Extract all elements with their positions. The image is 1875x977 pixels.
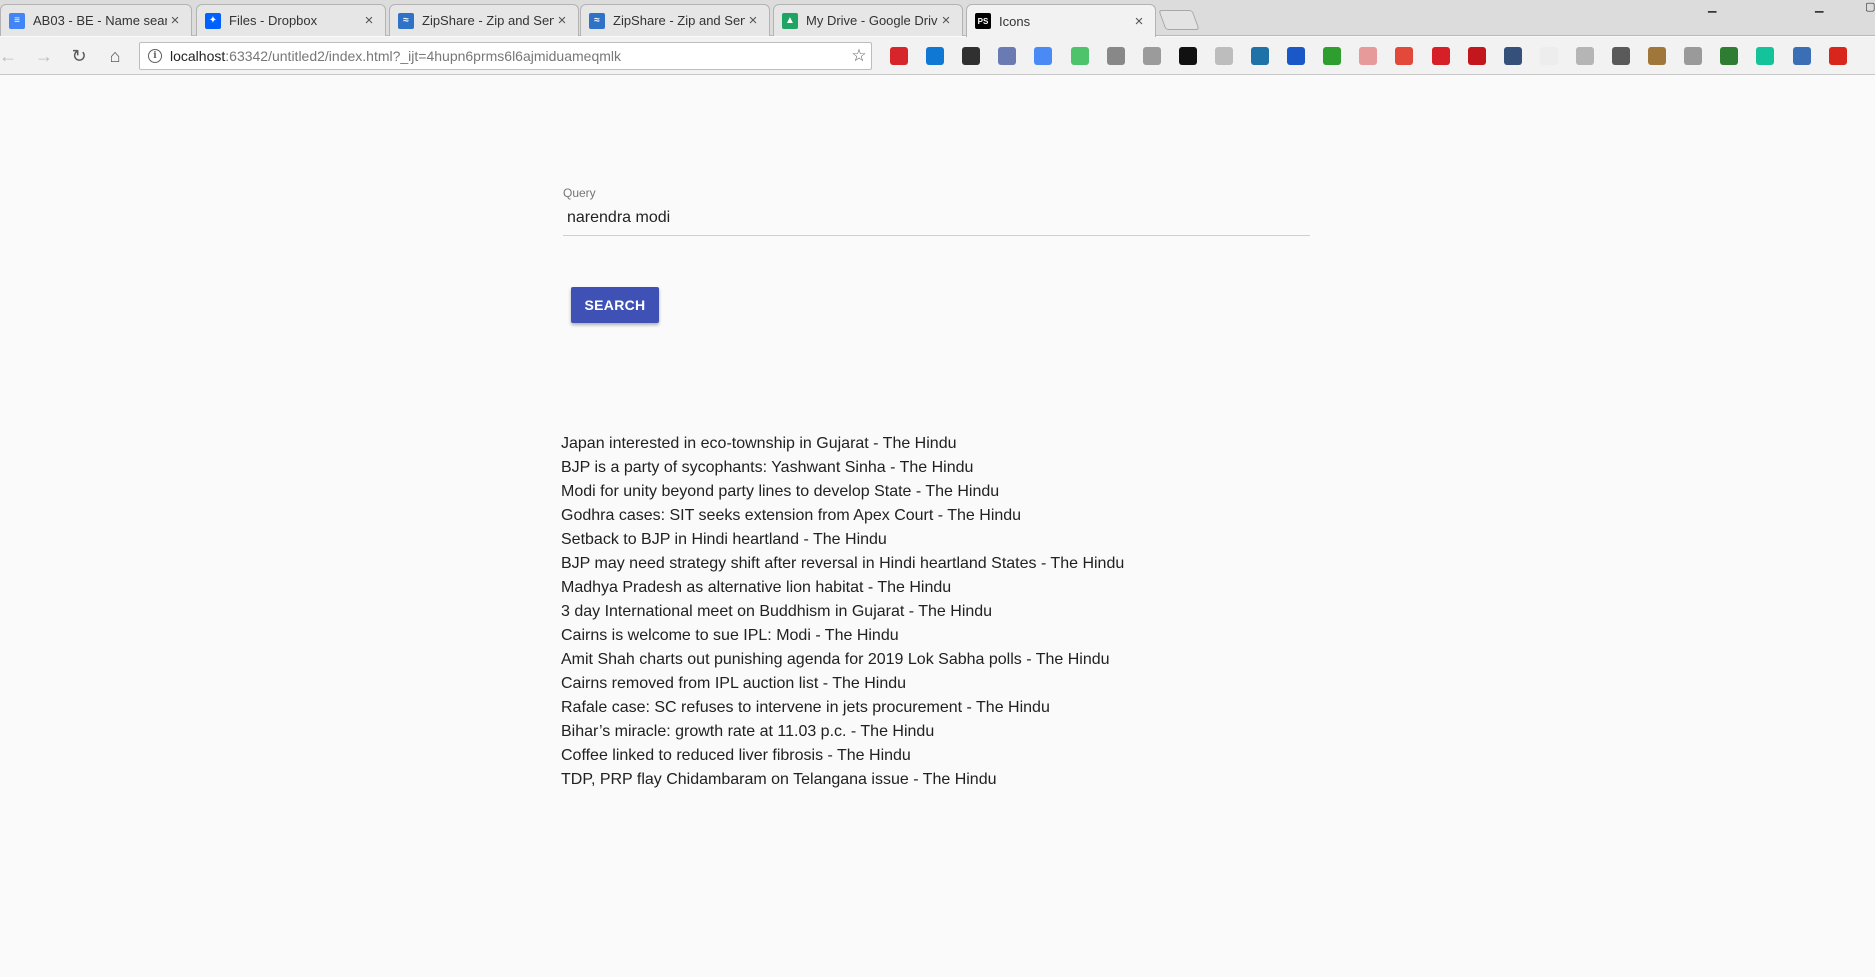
- q-extension-icon[interactable]: [1287, 47, 1305, 65]
- tab-title: ZipShare - Zip and Send: [422, 13, 554, 28]
- circle-extension-icon[interactable]: [1576, 47, 1594, 65]
- tab-strip: ≡ AB03 - BE - Name search × ✦ Files - Dr…: [0, 0, 1875, 37]
- opera-extension-icon[interactable]: [890, 47, 908, 65]
- home-icon[interactable]: ⌂: [103, 44, 127, 68]
- terminal-extension-icon[interactable]: [962, 47, 980, 65]
- at-extension-icon[interactable]: [1504, 47, 1522, 65]
- address-bar[interactable]: i localhost:63342/untitled2/index.html?_…: [139, 42, 872, 70]
- tab-title: AB03 - BE - Name search: [33, 13, 167, 28]
- close-icon[interactable]: ×: [361, 12, 377, 29]
- shield-extension-icon[interactable]: [1143, 47, 1161, 65]
- forward-icon[interactable]: →: [32, 44, 56, 68]
- browser-tab[interactable]: ✦ Files - Dropbox ×: [196, 4, 386, 36]
- dropbox-icon: ✦: [205, 12, 221, 29]
- grid-extension-icon[interactable]: [1684, 47, 1702, 65]
- blank-extension-icon[interactable]: [1540, 47, 1558, 65]
- browser-tab-active[interactable]: PS Icons ×: [966, 4, 1156, 37]
- address-url[interactable]: localhost:63342/untitled2/index.html?_ij…: [170, 48, 847, 64]
- result-item: Amit Shah charts out punishing agenda fo…: [561, 651, 1110, 668]
- results-list: Japan interested in eco-township in Guja…: [561, 432, 1124, 792]
- google-docs-icon: ≡: [9, 12, 25, 29]
- close-icon[interactable]: ×: [167, 12, 183, 29]
- reload-icon[interactable]: ↻: [67, 44, 91, 68]
- new-tab-button[interactable]: [1158, 10, 1200, 30]
- bookmark-star-icon[interactable]: ☆: [847, 46, 871, 66]
- close-icon[interactable]: ×: [1131, 13, 1147, 30]
- tab-title: My Drive - Google Drive: [806, 13, 938, 28]
- outlook-extension-icon[interactable]: [926, 47, 944, 65]
- query-input[interactable]: [563, 206, 1310, 236]
- result-item: Bihar’s miracle: growth rate at 11.03 p.…: [561, 723, 935, 740]
- result-item: Setback to BJP in Hindi heartland - The …: [561, 531, 887, 548]
- browser-toolbar: ← → ↻ ⌂ i localhost:63342/untitled2/inde…: [0, 37, 1875, 75]
- result-item: Coffee linked to reduced liver fibrosis …: [561, 747, 911, 764]
- highlighter-extension-icon[interactable]: [1251, 47, 1269, 65]
- profile-icon[interactable]: ▁: [1708, 0, 1716, 13]
- browser-tab[interactable]: ▲ My Drive - Google Drive ×: [773, 4, 963, 36]
- tab-title: Files - Dropbox: [229, 13, 318, 28]
- zipshare-icon: ≈: [589, 12, 605, 29]
- red-circle-extension-icon[interactable]: [1395, 47, 1413, 65]
- browser-tab[interactable]: ≈ ZipShare - Zip and Send ×: [389, 4, 579, 36]
- google-drive-icon: ▲: [782, 12, 798, 29]
- result-item: Madhya Pradesh as alternative lion habit…: [561, 579, 952, 596]
- info-icon[interactable]: i: [148, 49, 162, 63]
- maximize-icon[interactable]: ▢: [1865, 0, 1875, 13]
- grammarly-extension-icon[interactable]: [1756, 47, 1774, 65]
- paint-extension-icon[interactable]: [1612, 47, 1630, 65]
- browser-tab[interactable]: ≈ ZipShare - Zip and Send ×: [580, 4, 770, 36]
- owl-extension-icon[interactable]: [1648, 47, 1666, 65]
- phpstorm-icon: PS: [975, 13, 991, 29]
- tab-title: ZipShare - Zip and Send: [613, 13, 745, 28]
- android-extension-icon[interactable]: [1071, 47, 1089, 65]
- php-extension-icon[interactable]: [998, 47, 1016, 65]
- close-icon[interactable]: ×: [554, 12, 570, 29]
- red-book-extension-icon[interactable]: [1468, 47, 1486, 65]
- page-content: Query SEARCH Japan interested in eco-tow…: [0, 76, 1875, 977]
- bird-extension-icon[interactable]: [1432, 47, 1450, 65]
- result-item: TDP, PRP flay Chidambaram on Telangana i…: [561, 771, 997, 788]
- result-item: Modi for unity beyond party lines to dev…: [561, 483, 1000, 500]
- rainbow-extension-icon[interactable]: [1720, 47, 1738, 65]
- result-item: Cairns removed from IPL auction list - T…: [561, 675, 907, 692]
- result-item: BJP is a party of sycophants: Yashwant S…: [561, 459, 974, 476]
- zipshare-icon: ≈: [398, 12, 414, 29]
- tab-title: Icons: [999, 13, 1031, 29]
- result-item: 3 day International meet on Buddhism in …: [561, 603, 993, 620]
- browser-tab[interactable]: ≡ AB03 - BE - Name search ×: [0, 4, 192, 36]
- eraser-extension-icon[interactable]: [1359, 47, 1377, 65]
- amazon-extension-icon[interactable]: [1179, 47, 1197, 65]
- result-item: Rafale case: SC refuses to intervene in …: [561, 699, 1050, 716]
- result-item: Japan interested in eco-township in Guja…: [561, 435, 957, 452]
- google-translate-extension-icon[interactable]: [1034, 47, 1052, 65]
- result-item: Godhra cases: SIT seeks extension from A…: [561, 507, 1022, 524]
- c-extension-icon[interactable]: [1829, 47, 1847, 65]
- camera-extension-icon[interactable]: [1107, 47, 1125, 65]
- result-item: BJP may need strategy shift after revers…: [561, 555, 1125, 572]
- result-item: Cairns is welcome to sue IPL: Modi - The…: [561, 627, 899, 644]
- gmail-extension-icon[interactable]: [1215, 47, 1233, 65]
- minimize-icon[interactable]: ▁: [1815, 0, 1823, 13]
- cors-extension-icon[interactable]: [1323, 47, 1341, 65]
- tree-extension-icon[interactable]: [1793, 47, 1811, 65]
- search-button[interactable]: SEARCH: [571, 287, 659, 323]
- close-icon[interactable]: ×: [745, 12, 761, 29]
- close-icon[interactable]: ×: [938, 12, 954, 29]
- query-label: Query: [563, 186, 596, 200]
- query-field: Query: [563, 186, 1310, 236]
- back-icon[interactable]: ←: [0, 44, 20, 68]
